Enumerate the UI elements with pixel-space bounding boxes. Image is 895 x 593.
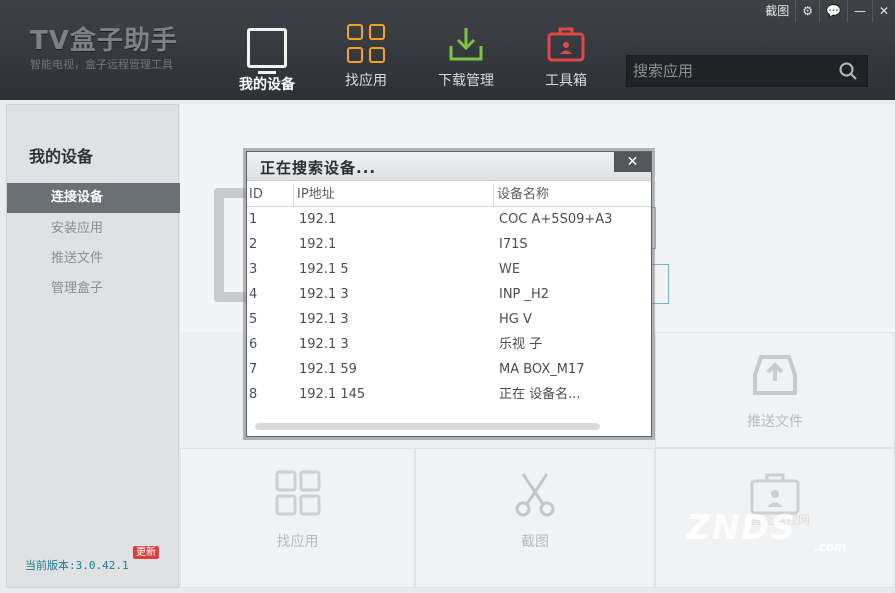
app-logo-subtitle: 智能电视，盒子远程管理工具	[30, 58, 173, 71]
row-id: 4	[249, 287, 258, 302]
table-row[interactable]: 2 192.1 I71S	[247, 232, 651, 257]
row-name: MA BOX_M17	[499, 362, 585, 377]
close-icon[interactable]: ✕	[873, 0, 895, 22]
tile-find-app[interactable]: 找应用	[180, 448, 415, 588]
column-header-name: 设备名称	[493, 183, 643, 207]
column-header-ip: IP地址	[293, 183, 483, 207]
table-row[interactable]: 1 192.1 COC A+5S09+A3	[247, 207, 651, 232]
nav-toolbox[interactable]: 工具箱	[521, 24, 611, 94]
nav-download-manager-label: 下载管理	[438, 73, 494, 89]
app-logo-title: TV盒子助手	[30, 26, 178, 56]
device-table: ID IP地址 设备名称 1 192.1 COC A+5S09+A3 2 192…	[247, 183, 651, 407]
row-name: HG V	[499, 312, 532, 327]
nav-find-apps-label: 找应用	[345, 73, 387, 89]
app-grid-icon	[275, 470, 320, 516]
tile-push-file[interactable]: 推送文件	[655, 332, 895, 448]
row-ip: 192.1 5	[299, 262, 349, 277]
watermark-brand: ZNDS	[686, 508, 796, 548]
minimize-icon[interactable]: —	[848, 0, 872, 22]
version-label: 当前版本:3.0.42.1	[25, 559, 129, 572]
push-file-icon	[753, 355, 797, 395]
row-id: 5	[249, 312, 258, 327]
row-name: INP _H2	[499, 287, 550, 302]
table-row[interactable]: 3 192.1 5 WE	[247, 257, 651, 282]
toolbox-icon	[546, 24, 586, 64]
row-id: 6	[249, 337, 258, 352]
nav-download-manager[interactable]: 下载管理	[421, 24, 511, 94]
scissors-icon	[515, 473, 555, 517]
table-row[interactable]: 5 192.1 3 HG V	[247, 307, 651, 332]
window-controls: 截图 ⚙ 💬 — ✕	[759, 0, 895, 22]
sidebar-title: 我的设备	[29, 147, 94, 166]
row-name: WE	[499, 262, 521, 277]
row-ip: 192.1 59	[299, 362, 357, 377]
tv-device-icon	[247, 28, 287, 74]
dialog-title: 正在搜索设备...	[260, 159, 377, 177]
tile-screenshot[interactable]: 截图	[415, 448, 655, 588]
nav-toolbox-label: 工具箱	[545, 73, 587, 89]
screenshot-button[interactable]: 截图	[759, 0, 795, 22]
nav-my-devices-label: 我的设备	[239, 77, 295, 93]
row-name: COC A+5S09+A3	[499, 212, 613, 227]
sidebar-item-manage-box[interactable]: 管理盒子	[7, 274, 180, 304]
sidebar-item-install-app[interactable]: 安装应用	[7, 214, 180, 244]
column-header-id: ID	[249, 187, 263, 202]
row-ip: 192.1 3	[299, 287, 349, 302]
row-ip: 192.1 3	[299, 312, 349, 327]
table-row[interactable]: 4 192.1 3 INP _H2	[247, 282, 651, 307]
row-id: 3	[249, 262, 258, 277]
table-row[interactable]: 8 192.1 145 正在 设备名...	[247, 382, 651, 407]
sidebar-item-connect-device[interactable]: 连接设备	[7, 183, 180, 213]
sidebar-item-push-file[interactable]: 推送文件	[7, 244, 180, 274]
row-ip: 192.1	[299, 212, 337, 227]
watermark-domain: .com	[814, 540, 847, 554]
horizontal-scrollbar[interactable]	[255, 423, 600, 430]
table-row[interactable]: 6 192.1 3 乐视 子	[247, 332, 651, 357]
row-ip: 192.1 145	[299, 387, 366, 402]
row-id: 7	[249, 362, 258, 377]
search-box	[626, 55, 868, 87]
row-name: 正在 设备名...	[499, 387, 581, 402]
nav-find-apps[interactable]: 找应用	[321, 24, 411, 94]
row-id: 8	[249, 387, 258, 402]
search-input[interactable]	[627, 56, 832, 86]
row-name: 乐视 子	[499, 337, 543, 352]
row-name: I71S	[499, 237, 528, 252]
dialog-close-button[interactable]: ✕	[614, 152, 651, 172]
tile-push-file-label: 推送文件	[747, 414, 803, 430]
sidebar: 我的设备 连接设备 安装应用 推送文件 管理盒子 更新 当前版本:3.0.42.…	[6, 104, 180, 588]
row-id: 1	[249, 212, 258, 227]
row-id: 2	[249, 237, 258, 252]
table-header: ID IP地址 设备名称	[247, 183, 651, 207]
gear-icon[interactable]: ⚙	[796, 0, 819, 22]
row-ip: 192.1 3	[299, 337, 349, 352]
tile-screenshot-label: 截图	[521, 534, 549, 550]
top-header: TV盒子助手 智能电视，盒子远程管理工具 我的设备 找应用 下载管理 工具箱 截…	[0, 0, 895, 100]
app-grid-icon	[347, 24, 385, 64]
tile-find-app-label: 找应用	[276, 534, 319, 550]
search-devices-dialog: 正在搜索设备... ✕ ID IP地址 设备名称 1 192.1 COC A+5…	[246, 151, 652, 437]
dialog-header: 正在搜索设备... ✕	[247, 152, 651, 181]
download-icon	[446, 24, 486, 64]
nav-my-devices[interactable]: 我的设备	[222, 24, 312, 94]
search-icon[interactable]	[839, 62, 857, 80]
table-row[interactable]: 7 192.1 59 MA BOX_M17	[247, 357, 651, 382]
row-ip: 192.1	[299, 237, 337, 252]
feedback-icon[interactable]: 💬	[820, 0, 847, 22]
update-badge[interactable]: 更新	[133, 546, 159, 559]
